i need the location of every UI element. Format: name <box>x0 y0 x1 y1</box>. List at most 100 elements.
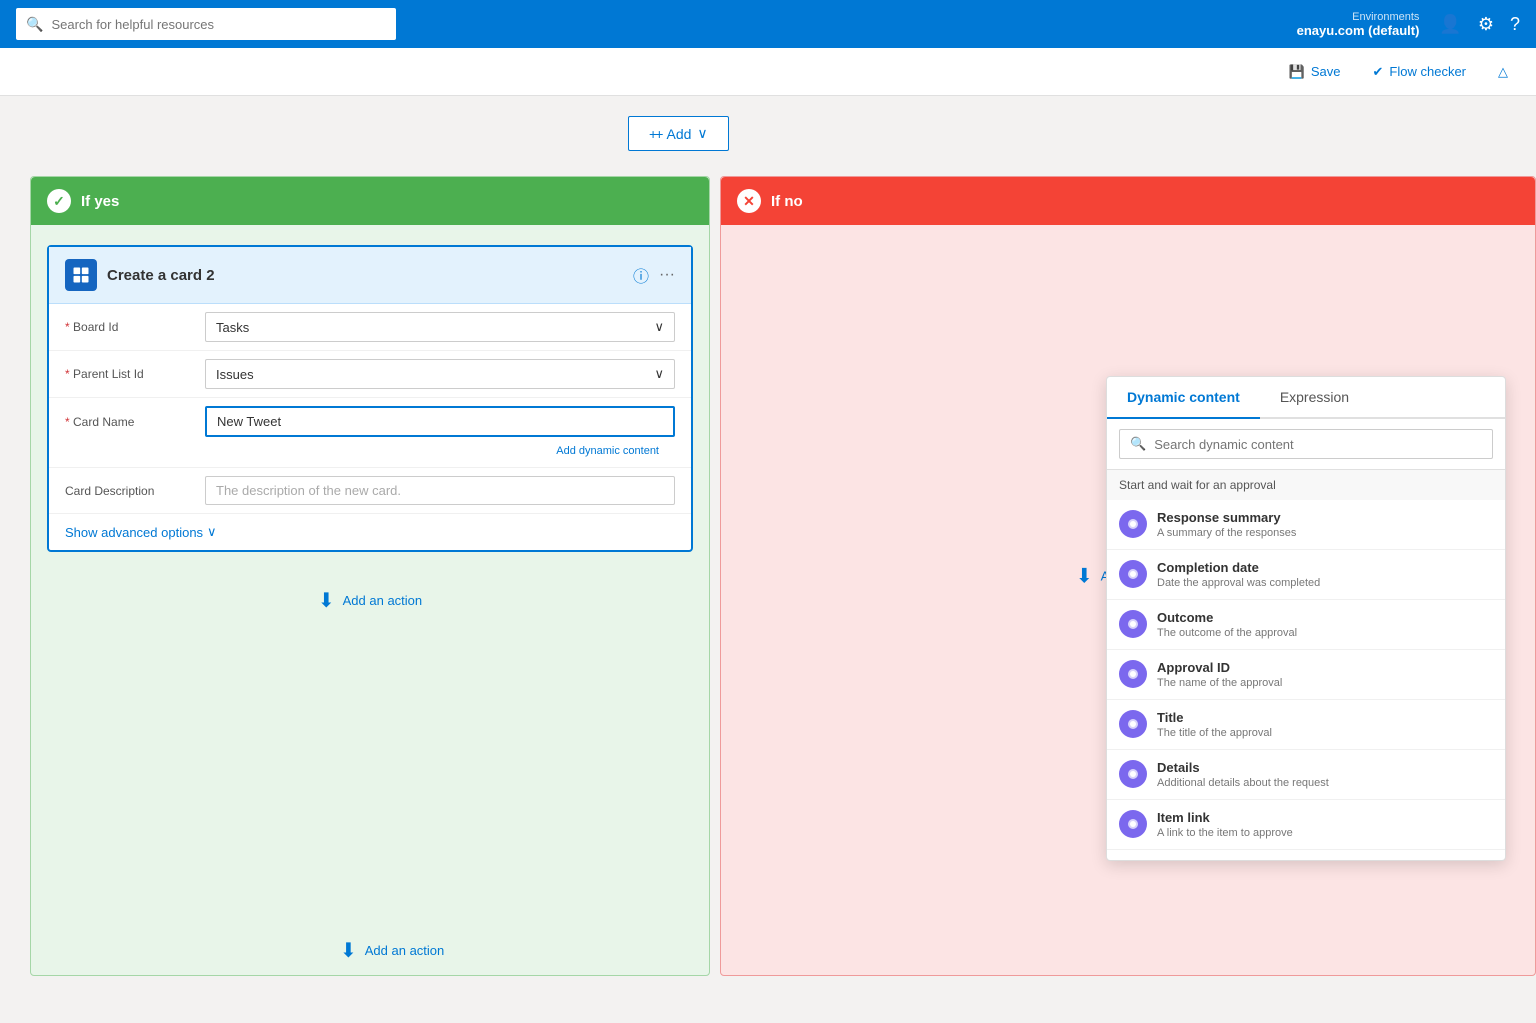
dynamic-content-panel: Dynamic content Expression 🔍 Start and w… <box>1106 376 1506 861</box>
branch-yes-header: ✓ If yes <box>31 177 709 225</box>
panel-item-desc: Date the approval was completed <box>1157 577 1493 589</box>
add-action-yes[interactable]: ⬇ Add an action <box>31 572 709 629</box>
panel-item-content: Item linkA link to the item to approve <box>1157 810 1493 839</box>
panel-items: Response summaryA summary of the respons… <box>1107 500 1505 860</box>
branch-yes-title: If yes <box>81 193 119 210</box>
gear-icon[interactable]: ⚙ <box>1478 14 1494 35</box>
branch-no-icon: ✕ <box>737 189 761 213</box>
show-advanced-options[interactable]: Show advanced options ∨ <box>49 514 691 550</box>
canvas: + + Add ∨ ✓ If yes <box>0 96 1536 1023</box>
panel-item[interactable]: Completion date Date the approval was com… <box>1107 550 1505 600</box>
add-chevron-icon: ∨ <box>697 125 707 142</box>
tab-expression[interactable]: Expression <box>1260 377 1369 417</box>
tab-dynamic-content[interactable]: Dynamic content <box>1107 377 1260 419</box>
branch-no-header: ✕ If no <box>721 177 1535 225</box>
panel-search-icon: 🔍 <box>1130 436 1146 452</box>
panel-item-icon <box>1119 610 1147 638</box>
panel-item-icon <box>1119 510 1147 538</box>
card-logo <box>65 259 97 291</box>
parent-list-id-select[interactable]: Issues ∨ <box>205 359 675 389</box>
add-action-no-icon: ⬇ <box>1076 564 1093 589</box>
panel-item-icon <box>1119 760 1147 788</box>
panel-item-title: Outcome <box>1157 610 1493 625</box>
test-icon: △ <box>1498 64 1508 80</box>
card-description-label: Card Description <box>65 484 205 498</box>
panel-item-content: Response summaryA summary of the respons… <box>1157 510 1493 539</box>
panel-item-content: Approval ID The name of the approval <box>1157 660 1493 689</box>
action-bar: 💾 Save ✔ Flow checker △ <box>0 48 1536 96</box>
card-name-input[interactable] <box>205 406 675 437</box>
panel-item-content: Completion date Date the approval was com… <box>1157 560 1493 589</box>
board-id-row: * Board Id Tasks ∨ <box>49 304 691 351</box>
board-id-select[interactable]: Tasks ∨ <box>205 312 675 342</box>
card-more-icon[interactable]: ··· <box>659 266 675 284</box>
panel-item[interactable]: Approval ID The name of the approval <box>1107 650 1505 700</box>
show-advanced-chevron: ∨ <box>207 524 217 540</box>
panel-item-content: Title The title of the approval <box>1157 710 1493 739</box>
parent-list-id-label: * Parent List Id <box>65 367 205 381</box>
panel-search-box[interactable]: 🔍 <box>1119 429 1493 459</box>
panel-item[interactable]: Title The title of the approval <box>1107 700 1505 750</box>
card-description-row: Card Description The description of the … <box>49 468 691 514</box>
bottom-add-action-icon: ⬇ <box>340 938 357 963</box>
panel-item[interactable]: Item link description <box>1107 850 1505 860</box>
panel-item-content: Details Additional details about the requ… <box>1157 760 1493 789</box>
search-box[interactable]: 🔍 <box>16 8 396 40</box>
search-icon: 🔍 <box>26 16 43 33</box>
branch-yes: ✓ If yes Create a card 2 ⓘ <box>30 176 710 976</box>
panel-section-header: Start and wait for an approval <box>1107 470 1505 500</box>
card-header: Create a card 2 ⓘ ··· <box>49 247 691 304</box>
card-info-icon[interactable]: ⓘ <box>633 263 649 287</box>
panel-item-title: Approval ID <box>1157 660 1493 675</box>
bottom-add-action[interactable]: ⬇ Add an action <box>340 938 444 963</box>
panel-item[interactable]: Response summaryA summary of the respons… <box>1107 500 1505 550</box>
help-icon[interactable]: ? <box>1510 14 1520 35</box>
top-icons: 👤 ⚙ ? <box>1439 14 1520 35</box>
top-right-area: Environments enayu.com (default) 👤 ⚙ ? <box>1297 11 1520 38</box>
save-button[interactable]: 💾 Save <box>1281 60 1349 84</box>
branch-yes-icon: ✓ <box>47 189 71 213</box>
panel-item-title: Completion date <box>1157 560 1493 575</box>
panel-item[interactable]: Outcome The outcome of the approval <box>1107 600 1505 650</box>
board-id-label: * Board Id <box>65 320 205 334</box>
panel-item-desc: Additional details about the request <box>1157 777 1493 789</box>
person-icon[interactable]: 👤 <box>1439 14 1461 35</box>
panel-item-icon <box>1119 660 1147 688</box>
board-id-chevron: ∨ <box>654 319 664 335</box>
parent-list-id-row: * Parent List Id Issues ∨ <box>49 351 691 398</box>
panel-item-title: Item link <box>1157 810 1493 825</box>
panel-tabs: Dynamic content Expression <box>1107 377 1505 419</box>
card-description-input[interactable]: The description of the new card. <box>205 476 675 505</box>
panel-item[interactable]: Details Additional details about the requ… <box>1107 750 1505 800</box>
env-name: enayu.com (default) <box>1297 23 1420 38</box>
flow-checker-icon: ✔ <box>1373 64 1384 80</box>
add-button[interactable]: + + Add ∨ <box>628 116 729 151</box>
panel-item-icon <box>1119 560 1147 588</box>
panel-item-title: Title <box>1157 710 1493 725</box>
flow-checker-button[interactable]: ✔ Flow checker <box>1365 60 1474 84</box>
panel-item-title: Response summary <box>1157 510 1493 525</box>
top-bar: 🔍 Environments enayu.com (default) 👤 ⚙ ? <box>0 0 1536 48</box>
panel-item-desc: The outcome of the approval <box>1157 627 1493 639</box>
panel-item-desc: The name of the approval <box>1157 677 1493 689</box>
panel-item[interactable]: Item linkA link to the item to approve <box>1107 800 1505 850</box>
panel-item-content: Outcome The outcome of the approval <box>1157 610 1493 639</box>
panel-item-title: Details <box>1157 760 1493 775</box>
panel-item-desc: The title of the approval <box>1157 727 1493 739</box>
panel-search-area: 🔍 <box>1107 419 1505 470</box>
panel-item-icon <box>1119 710 1147 738</box>
test-button[interactable]: △ <box>1490 60 1516 84</box>
card-name-row: * Card Name Add dynamic content <box>49 398 691 468</box>
env-info: Environments enayu.com (default) <box>1297 11 1420 38</box>
create-card: Create a card 2 ⓘ ··· * Board Id Tasks ∨ <box>47 245 693 552</box>
card-title: Create a card 2 <box>107 267 623 284</box>
save-icon: 💾 <box>1289 64 1305 80</box>
add-dynamic-content-link[interactable]: Add dynamic content <box>540 443 675 459</box>
add-action-yes-icon: ⬇ <box>318 588 335 613</box>
panel-search-input[interactable] <box>1154 437 1482 452</box>
panel-item-icon <box>1119 810 1147 838</box>
branch-no-title: If no <box>771 193 803 210</box>
search-input[interactable] <box>51 17 386 32</box>
parent-list-chevron: ∨ <box>654 366 664 382</box>
add-btn-container: + + Add ∨ <box>628 116 729 151</box>
